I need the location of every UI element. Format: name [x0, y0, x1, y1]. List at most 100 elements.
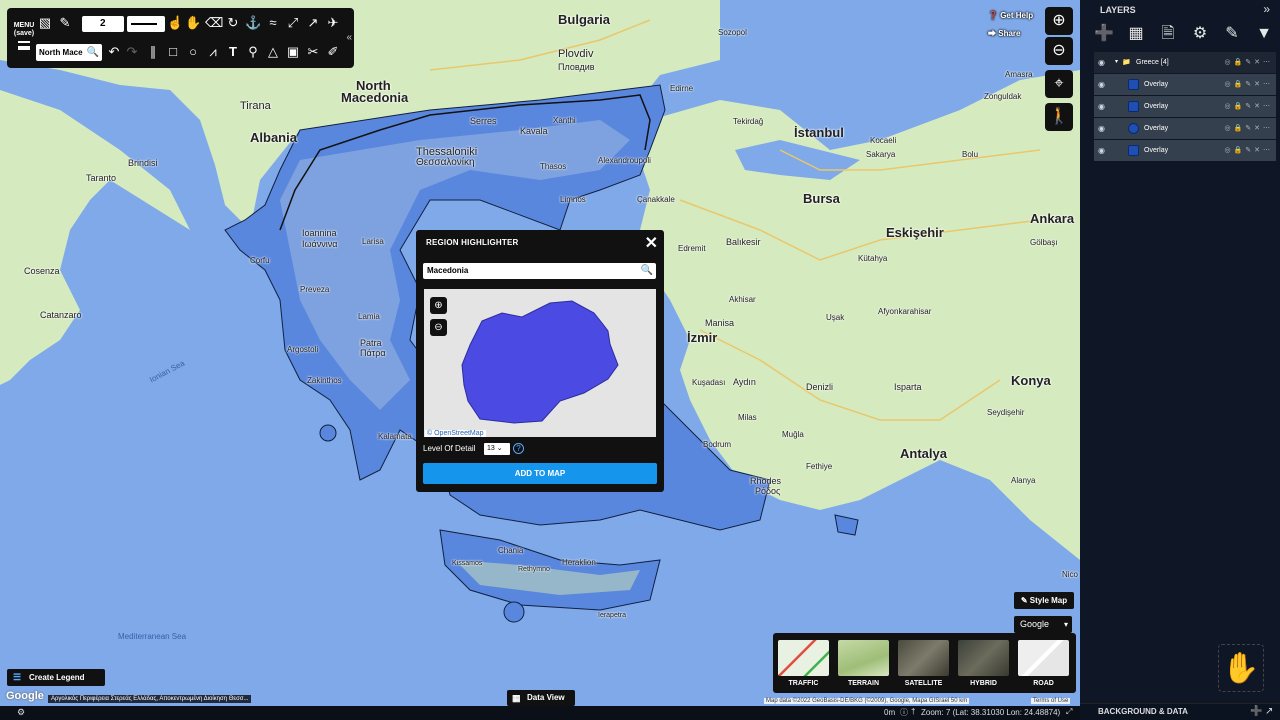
layer-actions[interactable]: ◎🔒✎✕⋯ [1224, 96, 1273, 117]
get-help-label: Get Help [1000, 11, 1034, 20]
eye-icon[interactable]: ◉ [1098, 118, 1105, 139]
expand-panel-icon[interactable]: » [1263, 2, 1270, 16]
street-view-button[interactable]: 🚶 [1045, 103, 1073, 131]
drop-file-icon[interactable]: ✋ [1218, 644, 1264, 692]
eye-icon[interactable]: ◉ [1098, 52, 1105, 73]
filter-icon[interactable]: ▼ [1254, 24, 1274, 44]
airplane-icon[interactable]: ✈ [325, 15, 341, 31]
brush-icon[interactable]: ✎ [1222, 24, 1242, 44]
paint-bucket-icon[interactable]: ⚓ [245, 15, 261, 31]
image-icon[interactable]: ▣ [285, 44, 301, 60]
compass-icon[interactable]: ↗ [305, 15, 321, 31]
fullscreen-icon[interactable]: ⤢ [1066, 707, 1072, 717]
map-provider-select[interactable]: Google ▾ [1014, 616, 1072, 633]
pin-icon[interactable]: † [911, 707, 915, 716]
map-label-golbasi: Gölbaşı [1030, 238, 1058, 247]
style-tile-satellite[interactable] [898, 640, 949, 676]
layer-actions[interactable]: ◎🔒✎✕⋯ [1224, 140, 1273, 161]
data-view-button[interactable]: ▦ Data View [507, 690, 575, 706]
collapse-arrow-icon[interactable]: ▾ [1115, 52, 1118, 73]
marker-icon[interactable]: ⚲ [245, 44, 261, 60]
zoom-out-button[interactable]: ⊖ [1045, 37, 1073, 65]
eye-icon[interactable]: ◉ [1098, 96, 1105, 117]
overlay-swatch [1128, 79, 1139, 90]
refresh-icon[interactable]: ↻ [225, 15, 241, 31]
map-label-kocaeli: Kocaeli [870, 136, 897, 145]
rectangle-icon[interactable]: □ [165, 44, 181, 60]
layer-actions[interactable]: ◎🔒✎✕⋯ [1224, 74, 1273, 95]
region-preview-map[interactable]: ⊕ ⊖ © OpenStreetMap [424, 289, 656, 437]
get-help-link[interactable]: ❓ Get Help [988, 11, 1033, 20]
level-of-detail-select[interactable]: 13 ⌄ [484, 443, 510, 455]
table-icon[interactable]: ▦ [1126, 24, 1146, 44]
layer-actions[interactable]: ◎🔒✎✕⋯ [1224, 52, 1273, 73]
share-link[interactable]: ⮕ Share [988, 28, 1020, 39]
fill-color-icon[interactable]: ▧ [37, 15, 53, 31]
resize-icon[interactable]: ⤢ [285, 15, 301, 31]
map-label-limnos: Limnos [560, 195, 586, 204]
scissors-icon[interactable]: ✂ [305, 44, 321, 60]
layer-label: Overlay [1144, 147, 1169, 154]
style-tile-road[interactable] [1018, 640, 1069, 676]
locate-button[interactable]: ⌖ [1045, 70, 1073, 98]
layer-row[interactable]: ◉ Overlay ◎🔒✎✕⋯ [1094, 118, 1276, 139]
region-search-input[interactable]: Macedonia 🔍 [423, 263, 656, 279]
openstreetmap-attribution[interactable]: © OpenStreetMap [425, 430, 486, 437]
eye-icon[interactable]: ◉ [1098, 74, 1105, 95]
help-icon[interactable]: ? [513, 443, 524, 454]
stroke-width-input[interactable]: 2 [82, 16, 124, 32]
magic-brush-icon[interactable]: ≈ [265, 15, 281, 31]
close-icon[interactable]: ✕ [645, 233, 658, 253]
style-tile-terrain[interactable] [838, 640, 889, 676]
circle-icon[interactable]: ○ [185, 44, 201, 60]
pen-color-icon[interactable]: ✎ [57, 15, 73, 31]
eye-icon[interactable]: ◉ [1098, 140, 1105, 161]
ruler-icon[interactable]: ∥ [145, 44, 161, 60]
triangle-icon[interactable]: △ [265, 44, 281, 60]
gear-icon[interactable]: ⚙ [17, 707, 25, 718]
eyedropper-icon[interactable]: ✐ [325, 44, 341, 60]
map-label-usak: Uşak [826, 313, 845, 322]
map-canvas[interactable]: Bulgaria Plovdiv Пловдив Sozopol North M… [0, 0, 1080, 720]
pan-hand-icon[interactable]: ✋ [185, 15, 201, 31]
layer-row[interactable]: ◉ Overlay ◎🔒✎✕⋯ [1094, 74, 1276, 95]
layer-actions[interactable]: ◎🔒✎✕⋯ [1224, 118, 1273, 139]
map-label-istanbul: İstanbul [794, 125, 844, 140]
collapse-toolbar-icon[interactable]: « [346, 32, 352, 43]
external-link-icon[interactable]: ↗ [1265, 706, 1273, 717]
terms-of-use-link[interactable]: Terms of Use [1031, 698, 1071, 704]
eraser-icon[interactable]: ⌫ [205, 15, 223, 31]
share-icon: ⮕ [988, 29, 996, 38]
create-legend-button[interactable]: ☰ Create Legend [7, 669, 105, 686]
layer-row[interactable]: ◉ Overlay ◎🔒✎✕⋯ [1094, 96, 1276, 117]
add-icon[interactable]: ➕ [1250, 706, 1262, 717]
map-label-chania: Chania [498, 546, 524, 555]
chevron-down-icon: ▾ [1063, 620, 1068, 629]
map-label-alanya: Alanya [1011, 476, 1036, 485]
layer-row[interactable]: ◉ Overlay ◎🔒✎✕⋯ [1094, 140, 1276, 161]
add-folder-icon[interactable]: ➕ [1094, 24, 1114, 44]
add-file-icon[interactable]: 🗎 [1158, 24, 1178, 44]
map-label-thasos: Thasos [540, 162, 567, 171]
undo-icon[interactable]: ↶ [106, 44, 122, 60]
zoom-in-button[interactable]: ⊕ [1045, 7, 1073, 35]
redo-icon[interactable]: ↷ [124, 44, 140, 60]
select-pointer-icon[interactable]: ☝ [167, 15, 183, 31]
add-to-map-button[interactable]: ADD TO MAP [423, 463, 657, 484]
info-icon[interactable]: ⓘ [900, 707, 908, 718]
style-tile-hybrid[interactable] [958, 640, 1009, 676]
style-map-button[interactable]: ✎ Style Map [1014, 592, 1074, 609]
line-style-select[interactable] [127, 16, 165, 32]
polygon-icon[interactable]: ⩘ [205, 44, 221, 60]
background-data-bar[interactable]: BACKGROUND & DATA ➕ ↗ [1080, 703, 1280, 720]
preview-zoom-out-button[interactable]: ⊖ [430, 319, 447, 336]
location-search-input[interactable]: North Mace 🔍 [36, 44, 102, 61]
style-tile-traffic[interactable] [778, 640, 829, 676]
settings-icon[interactable]: ⚙ [1190, 24, 1210, 44]
text-icon[interactable]: T [225, 44, 241, 60]
map-style-picker: TRAFFIC TERRAIN SATELLITE HYBRID ROAD [773, 633, 1076, 693]
menu-button[interactable]: MENU (save) [11, 22, 37, 50]
preview-zoom-in-button[interactable]: ⊕ [430, 297, 447, 314]
layer-group-greece[interactable]: ◉ ▾ 📁 Greece [4] ◎🔒✎✕⋯ [1094, 52, 1276, 73]
region-shape [461, 300, 619, 424]
